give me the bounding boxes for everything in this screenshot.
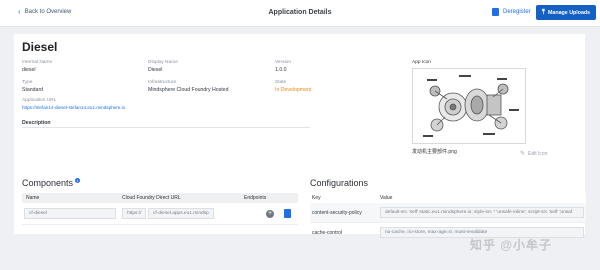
deregister-label: Deregister bbox=[503, 9, 531, 15]
manage-uploads-button[interactable]: ⤒ Manage Uploads bbox=[536, 5, 596, 20]
app-icon-filename: 发动机主要部件.png bbox=[412, 149, 457, 155]
infrastructure-value: Mindsphere Cloud Foundry Hosted bbox=[148, 87, 229, 93]
type-value: Standard bbox=[22, 87, 44, 93]
config-key: cache-control bbox=[312, 229, 343, 236]
application-url-label: Application URL bbox=[22, 98, 57, 103]
display-name-value: Diesel bbox=[148, 67, 163, 73]
document-icon bbox=[492, 8, 499, 16]
column-header-name: Name bbox=[26, 195, 40, 201]
column-header-endpoints: Endpoints bbox=[244, 195, 267, 201]
endpoints-cell: + bbox=[244, 209, 298, 218]
internal-name-label: Internal Name bbox=[22, 60, 53, 65]
application-url-field: Application URL https://stefan14-diesel-… bbox=[22, 98, 125, 110]
internal-name-value: diesel bbox=[22, 67, 36, 73]
edit-icon-button[interactable]: ✎ Edit Icon bbox=[520, 150, 548, 158]
type-label: Type bbox=[22, 80, 33, 85]
table-row: cf-diesel https:// cf-diesel.apps.eu1.mi… bbox=[22, 203, 298, 225]
version-value: 1.0.0 bbox=[275, 67, 287, 73]
url-protocol-input[interactable]: https:// bbox=[122, 208, 146, 219]
upload-icon: ⤒ bbox=[541, 9, 545, 16]
type-field: Type Standard bbox=[22, 80, 43, 93]
manage-uploads-label: Manage Uploads bbox=[548, 9, 591, 16]
config-value-input[interactable]: default-src 'self' static.eu1.mindsphere… bbox=[380, 207, 584, 218]
endpoint-document-icon[interactable] bbox=[284, 209, 291, 218]
table-row: content-security-policy default-src 'sel… bbox=[310, 203, 586, 223]
watermark: 知乎 @小牟子 bbox=[470, 238, 553, 252]
components-table: Name Cloud Foundry Direct URL Endpoints … bbox=[22, 193, 298, 225]
cf-url-input[interactable]: cf-diesel.apps.eu1.mindsp bbox=[148, 208, 214, 219]
column-header-cf-url: Cloud Foundry Direct URL bbox=[122, 195, 181, 201]
deregister-button[interactable]: Deregister bbox=[492, 8, 531, 16]
version-field: Version 1.0.0 bbox=[275, 60, 291, 73]
app-icon-label: App Icon bbox=[412, 60, 431, 65]
description-label: Description bbox=[22, 120, 51, 126]
configurations-table-header: Key Value bbox=[310, 193, 586, 203]
column-header-key: Key bbox=[312, 195, 321, 201]
component-url-cell: https:// cf-diesel.apps.eu1.mindsp bbox=[122, 208, 244, 219]
pencil-icon: ✎ bbox=[520, 151, 526, 157]
components-title: Components bbox=[22, 178, 74, 188]
version-label: Version bbox=[275, 60, 291, 65]
app-name-heading: Diesel bbox=[22, 40, 58, 54]
add-endpoint-plus-icon[interactable]: + bbox=[266, 209, 274, 218]
components-table-header: Name Cloud Foundry Direct URL Endpoints bbox=[22, 193, 298, 203]
component-name-cell: cf-diesel bbox=[22, 208, 122, 219]
description-divider bbox=[22, 127, 310, 128]
engine-parts-illustration bbox=[413, 69, 525, 143]
infrastructure-field: Infrastructure Mindsphere Cloud Foundry … bbox=[148, 80, 228, 93]
application-url-link[interactable]: https://stefan14-diesel-stefan14.eu1.min… bbox=[22, 105, 125, 110]
info-icon[interactable]: i bbox=[75, 178, 81, 183]
configurations-heading: Configurations bbox=[310, 178, 369, 188]
display-name-field: Display Name Diesel bbox=[148, 60, 178, 73]
config-value-cell: default-src 'self' static.eu1.mindsphere… bbox=[380, 207, 586, 218]
state-field: State In Development bbox=[275, 80, 311, 93]
infrastructure-label: Infrastructure bbox=[148, 80, 177, 85]
display-name-label: Display Name bbox=[148, 60, 178, 65]
top-bar: ‹ Back to Overview Application Details D… bbox=[0, 0, 600, 27]
state-label: State bbox=[275, 80, 287, 85]
component-name-input[interactable]: cf-diesel bbox=[24, 208, 116, 219]
column-header-value: Value bbox=[380, 195, 393, 201]
edit-icon-label: Edit Icon bbox=[528, 150, 548, 157]
state-value: In Development bbox=[275, 87, 312, 93]
internal-name-field: Internal Name diesel bbox=[22, 60, 52, 73]
components-heading: Components i bbox=[22, 178, 81, 188]
config-key: content-security-policy bbox=[312, 209, 362, 216]
app-icon-image bbox=[412, 68, 526, 144]
